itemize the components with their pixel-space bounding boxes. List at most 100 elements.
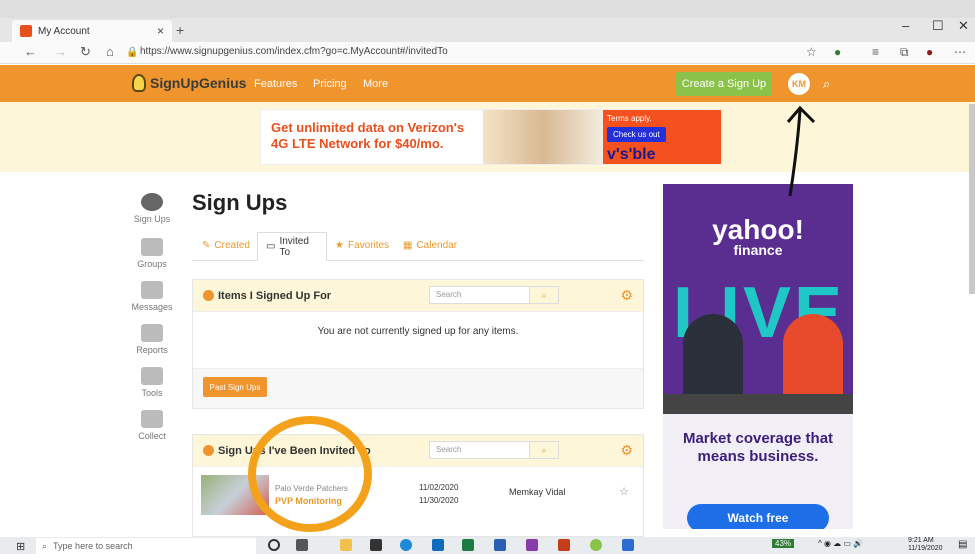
sidebar-item-label: Groups — [137, 259, 167, 269]
task-view-icon[interactable] — [296, 539, 308, 551]
windows-start-icon[interactable]: ⊞ — [16, 540, 25, 553]
extension-icon[interactable]: ● — [834, 45, 841, 59]
panel-footer: Past Sign Ups — [193, 368, 643, 408]
star-icon: ★ — [335, 240, 344, 251]
watch-free-button[interactable]: Watch free — [687, 504, 829, 529]
onenote-icon[interactable] — [526, 539, 538, 551]
sidebar-item-label: Tools — [141, 388, 163, 398]
nav-more[interactable]: More — [363, 78, 388, 90]
minimize-button[interactable]: – — [902, 18, 909, 33]
signupgenius-favicon-icon — [20, 25, 32, 37]
favorite-star-icon[interactable]: ☆ — [806, 45, 817, 59]
maximize-button[interactable]: ☐ — [932, 18, 944, 34]
lock-icon: 🔒 — [126, 47, 139, 58]
site-logo[interactable]: SignUpGenius — [132, 74, 246, 92]
side-ad[interactable]: yahoo! finance LIVE Market coverage that… — [663, 184, 853, 529]
collapse-icon[interactable] — [203, 445, 214, 456]
close-window-button[interactable]: ✕ — [958, 18, 969, 34]
url-field[interactable]: https://www.signupgenius.com/index.cfm?g… — [140, 46, 448, 57]
page-title: Sign Ups — [192, 190, 288, 215]
header-search-icon[interactable]: ⌕ — [823, 76, 830, 92]
taskbar-search-input[interactable]: ⌕ Type here to search — [36, 538, 256, 554]
anchor-right — [783, 314, 843, 394]
clock[interactable]: 9:21 AM 11/19/2020 — [908, 537, 943, 553]
signup-owner: Memkay Vidal — [509, 487, 566, 497]
tab-title: My Account — [38, 25, 90, 37]
collect-icon — [141, 410, 163, 428]
logo-text: SignUpGenius — [150, 75, 247, 91]
tab-close-icon[interactable]: × — [157, 24, 164, 38]
avatar[interactable]: KM — [788, 73, 810, 95]
forward-icon[interactable]: → — [54, 44, 67, 59]
calendar-icon: ▦ — [403, 240, 413, 251]
lightbulb-icon — [132, 74, 146, 92]
mail-icon[interactable] — [432, 539, 444, 551]
tray-icons[interactable]: ^ ◉ ☁ ▭ 🔊 — [818, 539, 863, 548]
clock-time: 9:21 AM — [908, 537, 934, 544]
search-icon[interactable]: ⌕ — [529, 286, 559, 304]
collapse-icon[interactable] — [203, 290, 214, 301]
new-tab-button[interactable]: + — [176, 22, 184, 38]
title-bar — [0, 0, 975, 18]
banner-cta-button[interactable]: Check us out — [607, 127, 666, 142]
banner-image — [483, 110, 603, 164]
groups-icon — [141, 238, 163, 256]
clock-date: 11/19/2020 — [908, 545, 943, 552]
sidebar-item-tools[interactable]: Tools — [122, 367, 182, 398]
file-explorer-icon[interactable] — [340, 539, 352, 551]
sidebar-item-label: Collect — [138, 431, 166, 441]
page-scrollbar[interactable] — [969, 104, 975, 294]
sidebar-item-reports[interactable]: Reports — [122, 324, 182, 355]
favorites-list-icon[interactable]: ≡ — [872, 45, 879, 59]
nav-pricing[interactable]: Pricing — [313, 78, 347, 90]
tab-calendar[interactable]: ▦ Calendar — [403, 240, 457, 251]
word-icon[interactable] — [494, 539, 506, 551]
pencil-icon: ✎ — [202, 240, 211, 251]
gear-icon[interactable]: ⚙ — [620, 287, 633, 304]
sidebar-item-label: Sign Ups — [133, 214, 171, 224]
banner-ad[interactable]: Get unlimited data on Verizon's 4G LTE N… — [260, 109, 722, 165]
teams-icon[interactable] — [622, 539, 634, 551]
edge-icon[interactable] — [400, 539, 412, 551]
start-date: 11/02/2020 — [419, 483, 459, 492]
home-icon[interactable]: ⌂ — [106, 44, 114, 59]
powerpoint-icon[interactable] — [558, 539, 570, 551]
nav-features[interactable]: Features — [254, 78, 297, 90]
browser-tab[interactable]: My Account × — [12, 20, 172, 42]
reports-icon — [141, 324, 163, 342]
tab-created[interactable]: ✎ Created — [202, 240, 250, 251]
tab-favorites[interactable]: ★ Favorites — [335, 240, 389, 251]
notifications-icon[interactable]: ▤ — [958, 539, 967, 550]
more-menu-icon[interactable]: ⋯ — [954, 45, 966, 59]
collections-icon[interactable]: ⧉ — [900, 45, 909, 60]
sidebar-item-messages[interactable]: Messages — [122, 281, 182, 312]
sidebar-item-label: Messages — [131, 302, 173, 312]
app-icon[interactable] — [590, 539, 602, 551]
tab-invited-to[interactable]: ▭ Invited To — [257, 232, 327, 261]
back-icon[interactable]: ← — [24, 44, 37, 59]
past-sign-ups-button[interactable]: Past Sign Ups — [203, 377, 267, 397]
items-signed-up-panel: Items I Signed Up For Search ⌕ ⚙ You are… — [192, 279, 644, 409]
create-signup-button[interactable]: Create a Sign Up — [676, 72, 772, 96]
anchor-left — [683, 314, 743, 394]
sign-ups-icon — [141, 193, 163, 211]
excel-icon[interactable] — [462, 539, 474, 551]
panel-header: Items I Signed Up For Search ⌕ ⚙ — [193, 280, 643, 312]
messages-icon — [141, 281, 163, 299]
inbox-icon: ▭ — [266, 241, 276, 252]
empty-message: You are not currently signed up for any … — [317, 326, 519, 337]
search-icon: ⌕ — [42, 540, 48, 551]
sidebar-item-groups[interactable]: Groups — [122, 238, 182, 269]
profile-icon[interactable]: ● — [926, 45, 933, 59]
refresh-icon[interactable]: ↻ — [80, 44, 91, 60]
tools-icon — [141, 367, 163, 385]
gear-icon[interactable]: ⚙ — [620, 442, 633, 459]
search-icon[interactable]: ⌕ — [529, 441, 559, 459]
sidebar-item-collect[interactable]: Collect — [122, 410, 182, 441]
cortana-icon[interactable] — [268, 539, 280, 551]
favorite-star-icon[interactable]: ☆ — [619, 485, 629, 498]
store-icon[interactable] — [370, 539, 382, 551]
taskbar-search-placeholder: Type here to search — [53, 541, 133, 551]
battery-indicator[interactable]: 43% — [772, 539, 795, 548]
sidebar-item-sign-ups[interactable]: Sign Ups — [122, 193, 182, 224]
